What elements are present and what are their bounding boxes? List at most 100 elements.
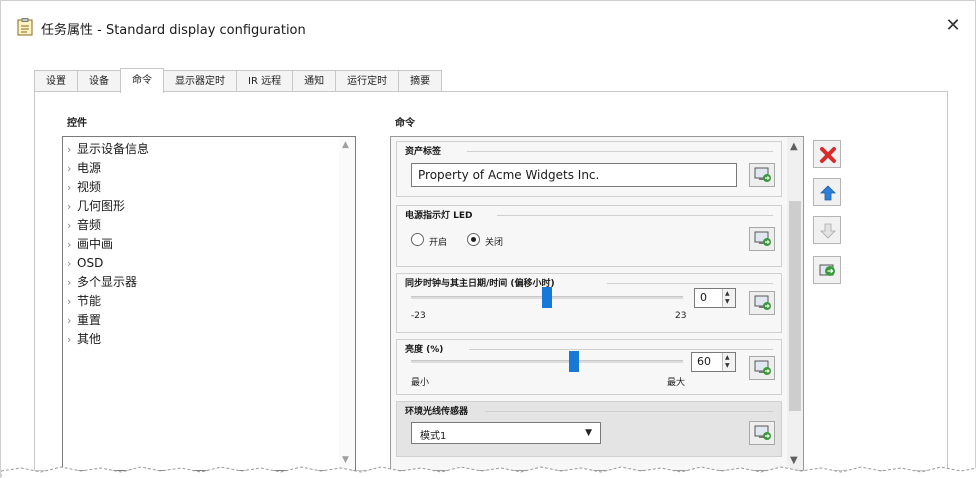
tree-item-video[interactable]: › 视频 <box>67 179 101 195</box>
group-divider <box>469 349 773 350</box>
tab-settings[interactable]: 设置 <box>34 70 78 92</box>
window-title: 任务属性 - Standard display configuration <box>41 23 306 38</box>
send-all-icon <box>819 264 835 276</box>
command-brightness[interactable]: 亮度 (%) 最小 最大 60 ▲ ▼ <box>396 339 782 395</box>
chevron-right-icon: › <box>67 162 72 175</box>
group-divider <box>485 411 773 412</box>
send-to-display-icon <box>754 295 771 310</box>
brightness-spinbox[interactable]: 60 ▲ ▼ <box>691 352 736 372</box>
clock-sync-slider-thumb[interactable] <box>542 287 552 308</box>
chevron-right-icon: › <box>67 200 72 213</box>
delete-command-button[interactable] <box>813 140 841 168</box>
tab-display-timing[interactable]: 显示器定时 <box>163 70 237 92</box>
clock-sync-label: 同步时钟与其主日期/时间 (偏移小时) <box>405 276 559 289</box>
scroll-up-icon[interactable]: ▲ <box>790 141 798 152</box>
ambient-sensor-selected: 模式1 <box>420 431 447 442</box>
brightness-slider-track[interactable] <box>411 360 683 363</box>
send-clock-sync-button[interactable] <box>749 291 775 315</box>
brightness-slider-thumb[interactable] <box>569 351 580 372</box>
tree-scrollbar[interactable]: ▲ ▼ <box>339 137 355 470</box>
tree-item-display-info[interactable]: › 显示设备信息 <box>67 141 149 157</box>
chevron-right-icon: › <box>67 238 72 251</box>
tree-item-power-saving[interactable]: › 节能 <box>67 293 101 309</box>
tree-item-geometry[interactable]: › 几何图形 <box>67 198 125 214</box>
send-all-button[interactable] <box>813 256 841 284</box>
send-brightness-button[interactable] <box>749 356 775 380</box>
brightness-value: 60 <box>697 355 711 368</box>
spin-down-icon[interactable]: ▼ <box>725 299 730 305</box>
title-bar: 任务属性 - Standard display configuration ✕ <box>1 1 975 53</box>
close-button[interactable]: ✕ <box>937 11 969 41</box>
tab-run-timing[interactable]: 运行定时 <box>335 70 400 92</box>
tree-item-audio[interactable]: › 音频 <box>67 217 101 233</box>
send-asset-tag-button[interactable] <box>749 163 775 187</box>
chevron-right-icon: › <box>67 181 72 194</box>
spin-buttons[interactable]: ▲ ▼ <box>722 353 735 371</box>
chevron-right-icon: › <box>67 314 72 327</box>
tree-item-reset[interactable]: › 重置 <box>67 312 101 328</box>
brightness-min-label: 最小 <box>411 378 430 388</box>
clock-sync-min-label: -23 <box>411 311 426 321</box>
brightness-max-label: 最大 <box>667 378 686 388</box>
tree-item-multi-display[interactable]: › 多个显示器 <box>67 274 137 290</box>
move-down-button[interactable] <box>813 216 841 244</box>
clock-sync-value: 0 <box>700 291 707 304</box>
clipboard-icon <box>17 18 33 36</box>
clock-sync-spinbox[interactable]: 0 ▲ ▼ <box>694 288 736 308</box>
controls-tree: › 显示设备信息 › 电源 › 视频 › 几何图形 › 音频 › 画中画 › OSD › 多个显… <box>62 136 356 471</box>
send-to-display-icon <box>754 231 771 246</box>
tree-item-osd[interactable]: › OSD <box>67 255 103 271</box>
arrow-down-icon <box>820 223 836 239</box>
scroll-up-icon[interactable]: ▲ <box>342 140 349 150</box>
tree-item-power[interactable]: › 电源 <box>67 160 101 176</box>
power-led-on-label: 开启 <box>429 238 448 248</box>
command-clock-sync[interactable]: 同步时钟与其主日期/时间 (偏移小时) -23 23 0 ▲ ▼ <box>396 273 782 333</box>
command-list-scrollbar[interactable]: ▲ ▼ <box>787 137 803 470</box>
controls-group-title: 控件 <box>65 114 89 129</box>
asset-tag-label: 资产标签 <box>405 144 446 157</box>
caret-down-icon: ▼ <box>585 428 592 438</box>
chevron-right-icon: › <box>67 219 72 232</box>
red-x-icon <box>820 147 836 163</box>
commands-group-title: 命令 <box>393 114 417 129</box>
ambient-sensor-label: 环境光线传感器 <box>405 404 473 417</box>
command-ambient-light-sensor[interactable]: 环境光线传感器 模式1 ▼ <box>396 401 782 457</box>
power-led-off-radio[interactable] <box>467 233 480 246</box>
spin-up-icon[interactable]: ▲ <box>725 291 730 297</box>
brightness-label: 亮度 (%) <box>405 342 448 355</box>
send-power-led-button[interactable] <box>749 227 775 251</box>
power-led-label: 电源指示灯 LED <box>405 208 477 221</box>
tab-commands[interactable]: 命令 <box>120 68 164 93</box>
spin-down-icon[interactable]: ▼ <box>725 363 730 369</box>
send-to-display-icon <box>754 360 771 375</box>
send-to-display-icon <box>754 167 771 182</box>
tab-notifications[interactable]: 通知 <box>292 70 337 92</box>
spin-buttons[interactable]: ▲ ▼ <box>722 289 735 307</box>
chevron-right-icon: › <box>67 333 72 346</box>
group-divider <box>467 151 773 152</box>
scrollbar-thumb[interactable] <box>789 201 801 411</box>
tab-strip: 设置 设备 命令 显示器定时 IR 远程 通知 运行定时 摘要 <box>34 68 443 93</box>
move-up-button[interactable] <box>813 178 841 206</box>
tab-devices[interactable]: 设备 <box>77 70 121 92</box>
group-divider <box>497 215 773 216</box>
send-to-display-icon <box>754 425 771 440</box>
spin-up-icon[interactable]: ▲ <box>725 355 730 361</box>
command-asset-tag[interactable]: 资产标签 Property of Acme Widgets Inc. <box>396 141 782 197</box>
command-power-led[interactable]: 电源指示灯 LED 开启 关闭 <box>396 205 782 267</box>
chevron-right-icon: › <box>67 143 72 156</box>
task-properties-window: 任务属性 - Standard display configuration ✕ … <box>0 0 976 478</box>
tab-summary[interactable]: 摘要 <box>398 70 443 92</box>
asset-tag-input[interactable]: Property of Acme Widgets Inc. <box>411 163 737 187</box>
power-led-on-radio[interactable] <box>411 233 424 246</box>
clock-sync-max-label: 23 <box>675 311 687 321</box>
tab-ir-remote[interactable]: IR 远程 <box>236 70 294 92</box>
send-ambient-sensor-button[interactable] <box>749 421 775 445</box>
arrow-up-icon <box>820 185 836 201</box>
tree-item-other[interactable]: › 其他 <box>67 331 101 347</box>
group-divider <box>607 283 773 284</box>
ambient-sensor-dropdown[interactable]: 模式1 ▼ <box>411 422 601 444</box>
torn-edge-decoration <box>1 466 976 478</box>
chevron-right-icon: › <box>67 257 72 270</box>
tree-item-pip[interactable]: › 画中画 <box>67 236 113 252</box>
